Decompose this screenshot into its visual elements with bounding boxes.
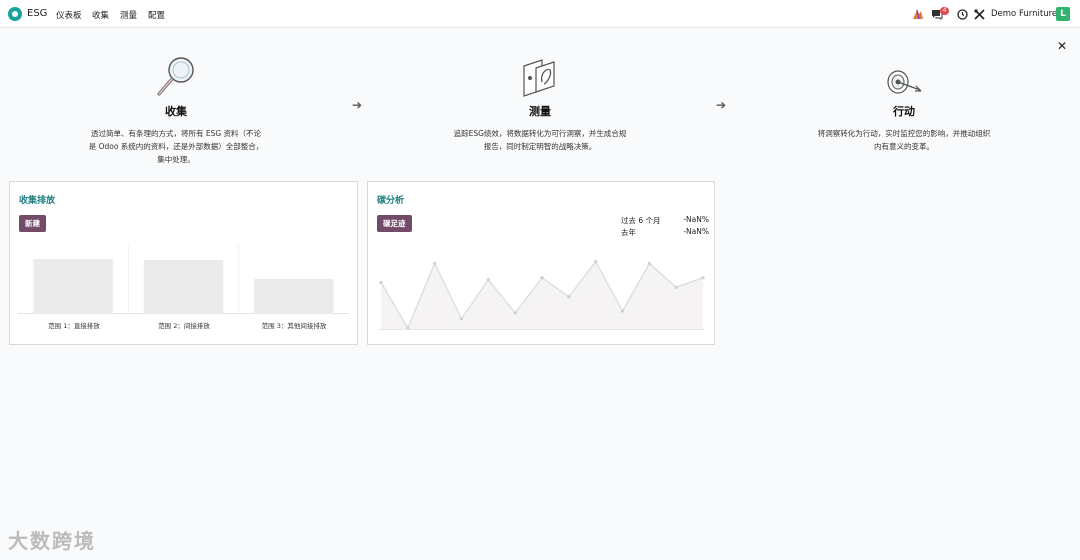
arrow-right-icon: ➔	[352, 98, 363, 112]
app-name[interactable]: ESG	[27, 8, 47, 19]
data-point	[594, 260, 598, 264]
data-point	[486, 278, 490, 282]
stat-label: 去年	[621, 228, 636, 237]
data-point	[513, 311, 517, 315]
stats-summary: 过去 6 个月 -NaN% 去年 -NaN%	[621, 215, 709, 239]
emissions-card: 收集排放 新建 范围 1：直接排放 范围 2：间接排放 范围 3：其他间接排放	[9, 181, 358, 345]
step-description: 追踪ESG绩效，将数据转化为可行洞察，并生成合规报告，同时制定明智的战略决策。	[453, 129, 627, 151]
menu-measure[interactable]: 测量	[120, 9, 137, 21]
step-measure: 测量 追踪ESG绩效，将数据转化为可行洞察，并生成合规报告，同时制定明智的战略决…	[450, 50, 630, 153]
data-point	[701, 276, 705, 280]
bar	[33, 259, 113, 314]
watermark-logo: 大数跨境	[8, 529, 96, 553]
message-count-badge: 4	[940, 7, 949, 15]
target-illustration-icon	[814, 50, 994, 98]
step-description: 透过简单、有条理的方式，将所有 ESG 资料（不论是 Odoo 系统内的资料，还…	[88, 129, 264, 164]
data-point	[567, 295, 571, 299]
data-point	[459, 317, 464, 321]
card-title[interactable]: 收集排放	[19, 193, 55, 206]
carbon-analysis-card: 碳分析 碳足迹 过去 6 个月 -NaN% 去年 -NaN%	[367, 181, 715, 345]
data-point	[647, 261, 651, 266]
activity-clock-icon[interactable]	[956, 8, 968, 20]
carbon-footprint-button[interactable]: 碳足迹	[377, 215, 412, 232]
menu-config[interactable]: 配置	[148, 9, 165, 21]
stat-value: -NaN%	[683, 215, 709, 224]
menu-collect[interactable]: 收集	[92, 9, 109, 21]
step-title: 测量	[529, 105, 551, 118]
area-fill	[381, 261, 703, 330]
stat-value: -NaN%	[683, 227, 709, 236]
debug-tools-icon[interactable]	[973, 8, 985, 20]
ai-assistant-icon[interactable]	[912, 8, 924, 20]
stat-row: 去年 -NaN%	[621, 227, 709, 239]
menu-dashboard[interactable]: 仪表板	[56, 9, 82, 21]
close-icon[interactable]: ✕	[1057, 39, 1067, 53]
step-description: 将洞察转化为行动，实时监控您的影响，并推动组织内有意义的变革。	[817, 129, 991, 151]
data-point	[379, 280, 383, 285]
data-point	[674, 285, 678, 289]
x-tick-label: 范围 1：直接排放	[48, 322, 100, 330]
x-tick-label: 范围 2：间接排放	[158, 322, 210, 330]
company-switcher[interactable]: Demo Furniture	[991, 9, 1057, 19]
data-point	[433, 261, 437, 266]
emissions-bar-chart	[18, 246, 349, 314]
step-title: 收集	[165, 105, 187, 118]
step-title: 行动	[893, 105, 915, 118]
card-title[interactable]: 碳分析	[377, 193, 404, 206]
new-button[interactable]: 新建	[19, 215, 46, 232]
stat-row: 过去 6 个月 -NaN%	[621, 215, 709, 227]
bar	[254, 279, 334, 314]
data-point	[540, 276, 544, 280]
measure-illustration-icon	[450, 50, 630, 98]
esg-logo-icon[interactable]	[8, 7, 22, 21]
x-tick-label: 范围 3：其他间接排放	[261, 322, 327, 330]
carbon-area-chart	[379, 260, 705, 330]
step-collect: 收集 透过简单、有条理的方式，将所有 ESG 资料（不论是 Odoo 系统内的资…	[86, 50, 266, 166]
stat-label: 过去 6 个月	[621, 216, 661, 225]
magnifier-illustration-icon	[86, 50, 266, 98]
step-act: 行动 将洞察转化为行动，实时监控您的影响，并推动组织内有意义的变革。	[814, 50, 994, 153]
arrow-right-icon: ➔	[716, 98, 727, 112]
user-avatar[interactable]: L	[1056, 7, 1070, 21]
bar	[143, 260, 224, 314]
data-point	[620, 309, 625, 313]
top-navbar: ESG 仪表板 收集 测量 配置 4 Demo Furniture L	[0, 0, 1080, 28]
